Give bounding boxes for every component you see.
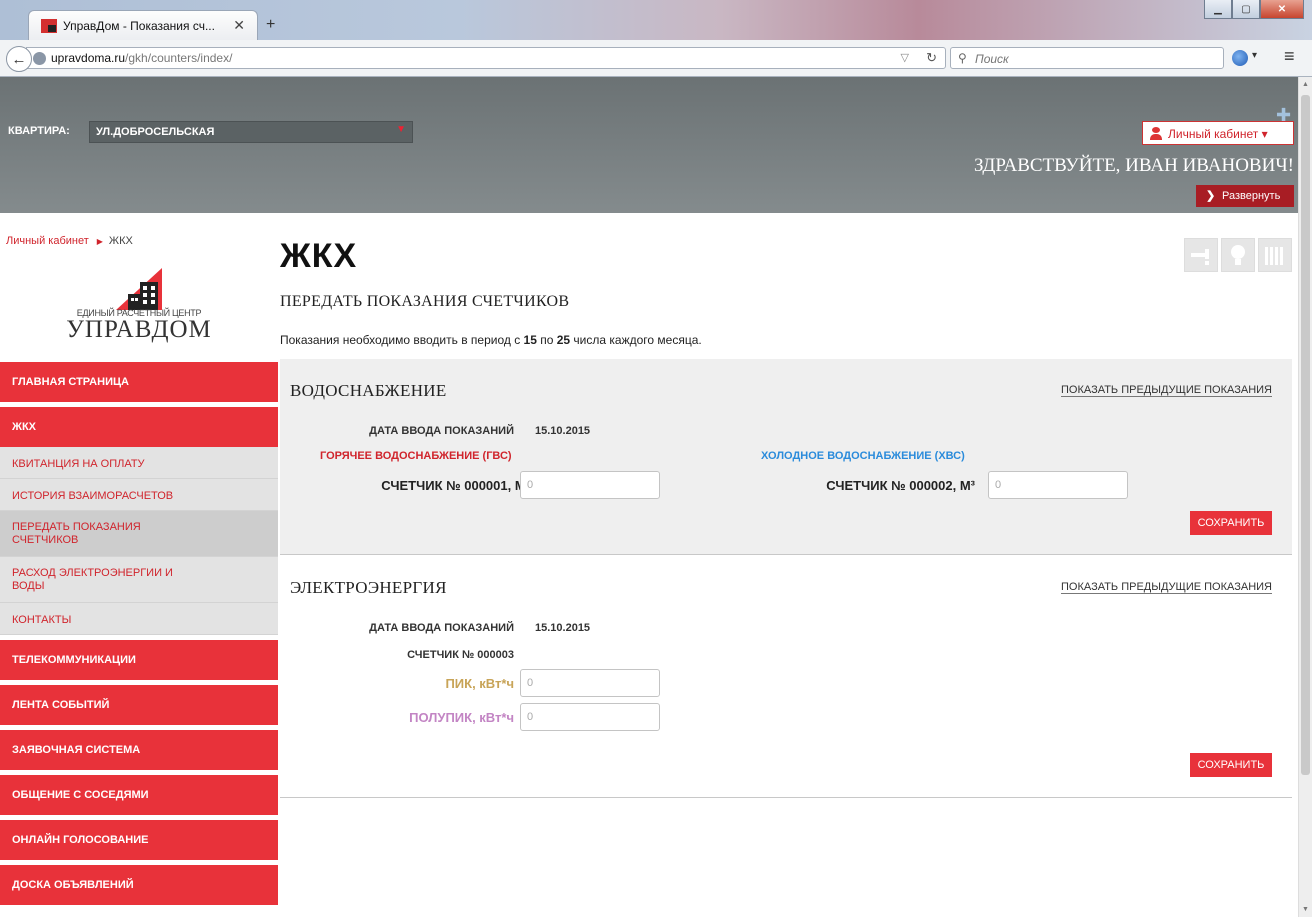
electricity-meter-label: СЧЕТЧИК № 000003 xyxy=(407,649,514,661)
sidebar-item-board[interactable]: ДОСКА ОБЪЯВЛЕНИЙ xyxy=(0,865,278,905)
sidebar-subitem-history[interactable]: ИСТОРИЯ ВЗАИМОРАСЧЕТОВ xyxy=(0,479,278,511)
scroll-up-icon[interactable]: ▲ xyxy=(1302,81,1309,88)
sidebar-subitem-receipt[interactable]: КВИТАНЦИЯ НА ОПЛАТУ xyxy=(0,447,278,479)
semipeak-label: ПОЛУПИК, кВт*ч xyxy=(409,710,514,725)
apartment-label: КВАРТИРА: xyxy=(8,125,70,137)
scrollbar-thumb[interactable] xyxy=(1301,95,1310,775)
window-close-icon[interactable]: ✕ xyxy=(1260,0,1304,19)
user-icon xyxy=(1150,127,1162,140)
page-title: ЖКХ xyxy=(280,237,358,275)
sidebar-subitem-consumption[interactable]: РАСХОД ЭЛЕКТРОЭНЕРГИИ И ВОДЫ xyxy=(0,557,278,603)
reload-icon[interactable]: ↻ xyxy=(926,50,937,66)
chevron-down-icon: ❯ xyxy=(1206,190,1216,202)
sidebar-item-events[interactable]: ЛЕНТА СОБЫТИЙ xyxy=(0,685,278,725)
browser-tabbar: УправДом - Показания сч... ✕ + ▁ ▢ ✕ xyxy=(0,0,1312,40)
dropdown-caret-icon: ▼ xyxy=(396,124,406,135)
breadcrumb-current: ЖКХ xyxy=(108,235,133,247)
hot-water-label: ГОРЯЧЕЕ ВОДОСНАБЖЕНИЕ (ГВС) xyxy=(320,450,512,462)
breadcrumb: Личный кабинет ▶ ЖКХ xyxy=(6,235,133,247)
greeting-text: ЗДРАВСТВУЙТЕ, ИВАН ИВАНОВИЧ! xyxy=(974,155,1294,176)
tab-close-icon[interactable]: ✕ xyxy=(233,17,245,34)
water-tap-icon[interactable] xyxy=(1184,238,1218,272)
breadcrumb-home-link[interactable]: Личный кабинет xyxy=(6,235,89,247)
electricity-date-label: ДАТА ВВОДА ПОКАЗАНИЙ xyxy=(369,622,514,634)
logo-brand: УПРАВДОМ xyxy=(66,316,212,343)
peak-label: ПИК, кВт*ч xyxy=(445,676,514,691)
cold-meter-input[interactable] xyxy=(988,471,1128,499)
water-title: ВОДОСНАБЖЕНИЕ xyxy=(290,381,447,400)
chevron-down-icon[interactable]: ▾ xyxy=(1252,50,1257,61)
sidebar-nav: ГЛАВНАЯ СТРАНИЦА ЖКХ КВИТАНЦИЯ НА ОПЛАТУ… xyxy=(0,362,278,910)
back-button[interactable]: ← xyxy=(6,46,32,72)
cold-meter-label: СЧЕТЧИК № 000002, М³ xyxy=(826,478,975,493)
hot-meter-label: СЧЕТЧИК № 000001, М³ xyxy=(381,478,530,493)
period-note: Показания необходимо вводить в период с … xyxy=(280,333,702,347)
site-header: ✚ КВАРТИРА: УЛ.ДОБРОСЕЛЬСКАЯ ▼ Личный ка… xyxy=(0,77,1298,213)
water-save-button[interactable]: СОХРАНИТЬ xyxy=(1190,511,1272,535)
globe-icon xyxy=(33,52,46,65)
sidebar-item-gkh[interactable]: ЖКХ xyxy=(0,407,278,447)
browser-navbar: upravdoma.ru/gkh/counters/index/ ▽ ↻ ← ⚲… xyxy=(0,40,1312,77)
search-icon: ⚲ xyxy=(958,51,967,65)
water-prev-readings-link[interactable]: ПОКАЗАТЬ ПРЕДЫДУЩИЕ ПОКАЗАНИЯ xyxy=(1061,384,1272,397)
sidebar-item-voting[interactable]: ОНЛАЙН ГОЛОСОВАНИЕ xyxy=(0,820,278,860)
personal-cabinet-label: Личный кабинет ▾ xyxy=(1168,127,1268,141)
sidebar-item-neighbors[interactable]: ОБЩЕНИЕ С СОСЕДЯМИ xyxy=(0,775,278,815)
electricity-save-button[interactable]: СОХРАНИТЬ xyxy=(1190,753,1272,777)
browser-tab[interactable]: УправДом - Показания сч... ✕ xyxy=(28,10,258,40)
sidebar-item-requests[interactable]: ЗАЯВОЧНАЯ СИСТЕМА xyxy=(0,730,278,770)
hamburger-menu-icon[interactable]: ≡ xyxy=(1284,46,1295,67)
personal-cabinet-button[interactable]: Личный кабинет ▾ xyxy=(1142,121,1294,145)
breadcrumb-arrow-icon: ▶ xyxy=(96,237,103,246)
utility-icons xyxy=(1184,238,1292,272)
expand-button[interactable]: ❯ Развернуть xyxy=(1196,185,1294,207)
water-panel: ВОДОСНАБЖЕНИЕ ПОКАЗАТЬ ПРЕДЫДУЩИЕ ПОКАЗА… xyxy=(280,359,1292,555)
sidebar-subitem-submit-readings[interactable]: ПЕРЕДАТЬ ПОКАЗАНИЯ СЧЕТЧИКОВ xyxy=(0,511,278,557)
water-date-value: 15.10.2015 xyxy=(535,425,591,437)
site-favicon-icon xyxy=(41,19,57,33)
apartment-select[interactable]: УЛ.ДОБРОСЕЛЬСКАЯ ▼ xyxy=(89,121,413,143)
logo[interactable]: ЕДИНЫЙ РАСЧЕТНЫЙ ЦЕНТР УПРАВДОМ xyxy=(0,258,278,358)
hot-meter-input[interactable] xyxy=(520,471,660,499)
sidebar-item-telecom[interactable]: ТЕЛЕКОММУНИКАЦИИ xyxy=(0,640,278,680)
house-logo-icon xyxy=(116,268,162,310)
scroll-down-icon[interactable]: ▼ xyxy=(1302,906,1309,913)
url-text: upravdoma.ru/gkh/counters/index/ xyxy=(51,51,233,65)
peak-input[interactable] xyxy=(520,669,660,697)
minimize-icon[interactable]: ▁ xyxy=(1204,0,1232,19)
expand-label: Развернуть xyxy=(1222,190,1281,202)
url-field[interactable]: upravdoma.ru/gkh/counters/index/ ▽ ↻ xyxy=(26,47,946,69)
electricity-date-value: 15.10.2015 xyxy=(535,622,591,634)
apartment-value: УЛ.ДОБРОСЕЛЬСКАЯ xyxy=(96,126,215,138)
water-date-label: ДАТА ВВОДА ПОКАЗАНИЙ xyxy=(369,425,514,437)
radiator-icon[interactable] xyxy=(1258,238,1292,272)
sync-icon[interactable] xyxy=(1232,50,1248,66)
page-scrollbar[interactable]: ▲ ▼ xyxy=(1298,77,1312,917)
sidebar-subitem-contacts[interactable]: КОНТАКТЫ xyxy=(0,603,278,635)
electricity-prev-readings-link[interactable]: ПОКАЗАТЬ ПРЕДЫДУЩИЕ ПОКАЗАНИЯ xyxy=(1061,581,1272,594)
light-bulb-icon[interactable] xyxy=(1221,238,1255,272)
semipeak-input[interactable] xyxy=(520,703,660,731)
tab-title: УправДом - Показания сч... xyxy=(63,19,215,33)
window-controls: ▁ ▢ ✕ xyxy=(1204,0,1304,19)
page-subtitle: ПЕРЕДАТЬ ПОКАЗАНИЯ СЧЕТЧИКОВ xyxy=(280,293,570,310)
electricity-panel: ЭЛЕКТРОЭНЕРГИЯ ПОКАЗАТЬ ПРЕДЫДУЩИЕ ПОКАЗ… xyxy=(280,556,1292,798)
electricity-title: ЭЛЕКТРОЭНЕРГИЯ xyxy=(290,578,447,597)
browser-search-box[interactable]: ⚲ xyxy=(950,47,1224,69)
maximize-icon[interactable]: ▢ xyxy=(1232,0,1260,19)
url-history-chevron-icon[interactable]: ▽ xyxy=(901,51,909,64)
cold-water-label: ХОЛОДНОЕ ВОДОСНАБЖЕНИЕ (ХВС) xyxy=(761,450,965,462)
browser-search-input[interactable] xyxy=(973,50,1217,68)
new-tab-icon[interactable]: + xyxy=(266,16,275,34)
sidebar-item-home[interactable]: ГЛАВНАЯ СТРАНИЦА xyxy=(0,362,278,402)
